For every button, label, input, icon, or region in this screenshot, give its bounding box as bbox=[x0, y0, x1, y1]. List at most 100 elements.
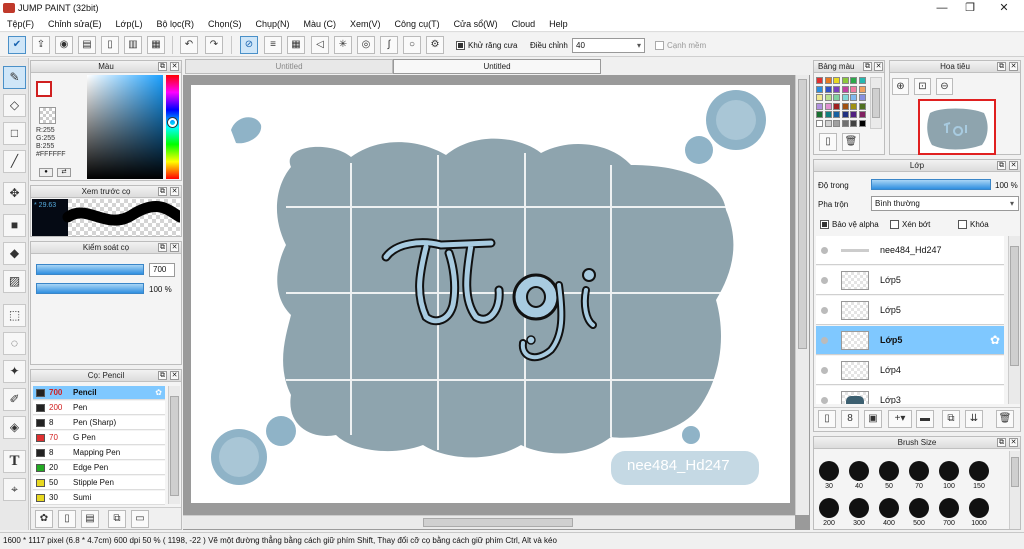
zoom-in-icon[interactable]: ⊕ bbox=[892, 78, 909, 95]
panel-float-icon[interactable]: ⧉ bbox=[158, 243, 167, 252]
brush-size-option[interactable] bbox=[969, 498, 989, 518]
menu-cloud[interactable]: Cloud bbox=[505, 19, 543, 29]
layer-row[interactable]: Lớp3 bbox=[816, 386, 1004, 404]
layer-row[interactable]: nee484_Hd247 bbox=[816, 236, 1004, 265]
palette-swatch[interactable] bbox=[816, 77, 823, 84]
brush-size-slider[interactable] bbox=[36, 264, 144, 275]
menu-color[interactable]: Màu (C) bbox=[297, 19, 344, 29]
layer-row[interactable]: Lớp5 bbox=[816, 266, 1004, 295]
palette-swatch[interactable] bbox=[816, 85, 823, 93]
duplicate-layer-icon[interactable]: ⧉ bbox=[942, 410, 960, 428]
foreground-color-swatch[interactable] bbox=[36, 81, 52, 97]
panel-float-icon[interactable]: ⧉ bbox=[158, 62, 167, 71]
settings-icon[interactable]: ⚙ bbox=[426, 36, 444, 54]
adjust-select[interactable]: 40 ▾ bbox=[572, 38, 645, 53]
palette-swatch[interactable] bbox=[841, 120, 849, 127]
grid-tool-icon[interactable]: ▦ bbox=[147, 36, 165, 54]
panel-close-icon[interactable]: ✕ bbox=[874, 62, 883, 71]
delete-palette-icon[interactable]: 🗑 bbox=[842, 133, 860, 151]
brush-settings-icon[interactable]: ✿ bbox=[35, 510, 53, 528]
brush-tool-icon[interactable]: ✎ bbox=[3, 66, 26, 89]
swap-colors-icon[interactable]: ⇄ bbox=[57, 168, 71, 177]
tab-untitled-2[interactable]: Untitled bbox=[393, 59, 601, 74]
palette-scrollbar[interactable] bbox=[870, 77, 882, 129]
palette-swatch[interactable] bbox=[859, 120, 866, 127]
maximize-button[interactable]: ❐ bbox=[954, 0, 986, 16]
new-brush-icon[interactable]: ▯ bbox=[58, 510, 76, 528]
visibility-icon[interactable] bbox=[821, 367, 828, 374]
undo-icon[interactable]: ↶ bbox=[180, 36, 198, 54]
panel-close-icon[interactable]: ✕ bbox=[1009, 438, 1018, 447]
visibility-icon[interactable] bbox=[821, 247, 828, 254]
radial-lines-icon[interactable]: ✳ bbox=[334, 36, 352, 54]
antialias-checkbox[interactable] bbox=[456, 41, 465, 51]
grid-snap-icon[interactable]: ▦ bbox=[287, 36, 305, 54]
brush-size-value[interactable]: 700 bbox=[149, 263, 175, 277]
brush-list-item[interactable]: 30 Sumi bbox=[33, 491, 165, 505]
brush-size-option[interactable] bbox=[819, 461, 839, 481]
panel-float-icon[interactable]: ⧉ bbox=[997, 161, 1006, 170]
menu-tools[interactable]: Công cụ(T) bbox=[388, 19, 447, 29]
line-tool-icon[interactable]: ╱ bbox=[3, 150, 26, 173]
gear-icon[interactable]: ✿ bbox=[155, 386, 162, 400]
palette-swatch[interactable] bbox=[833, 102, 841, 110]
saturation-value-picker[interactable] bbox=[87, 75, 163, 179]
page-icon[interactable]: ▯ bbox=[101, 36, 119, 54]
selection-pen-tool-icon[interactable]: ✐ bbox=[3, 388, 26, 411]
palette-swatch[interactable] bbox=[824, 111, 832, 119]
canvas-vertical-scrollbar[interactable] bbox=[795, 75, 809, 515]
brush-list-scrollbar[interactable] bbox=[168, 386, 180, 504]
menu-select[interactable]: Chọn(S) bbox=[201, 19, 249, 29]
blend-mode-select[interactable]: Bình thường ▾ bbox=[871, 196, 1019, 211]
palette-swatch[interactable] bbox=[859, 85, 866, 93]
palette-swatch[interactable] bbox=[859, 102, 866, 110]
visibility-icon[interactable] bbox=[821, 397, 828, 404]
brush-size-option[interactable] bbox=[909, 498, 929, 518]
palette-swatch[interactable] bbox=[824, 102, 832, 110]
palette-swatch[interactable] bbox=[850, 94, 858, 102]
text-tool-icon[interactable]: T bbox=[3, 450, 26, 473]
transparent-swatch[interactable] bbox=[39, 107, 56, 124]
circle-icon[interactable]: ○ bbox=[403, 36, 421, 54]
add-layer-menu-icon[interactable]: +▾ bbox=[888, 410, 912, 428]
palette-swatch[interactable] bbox=[841, 102, 849, 110]
palette-swatch[interactable] bbox=[833, 94, 841, 102]
marquee-tool-icon[interactable]: ⬚ bbox=[3, 304, 26, 327]
brush-list-item[interactable]: 200 Pen bbox=[33, 401, 165, 415]
panel-close-icon[interactable]: ✕ bbox=[170, 243, 179, 252]
palette-swatch[interactable] bbox=[833, 120, 841, 127]
menu-edit[interactable]: Chỉnh sửa(E) bbox=[41, 19, 109, 29]
brush-size-option[interactable] bbox=[939, 461, 959, 481]
menu-filter[interactable]: Bộ lọc(R) bbox=[149, 19, 201, 29]
palette-swatch[interactable] bbox=[824, 120, 832, 127]
gradient-tool-icon[interactable]: ▨ bbox=[3, 270, 26, 293]
menu-window[interactable]: Cửa sổ(W) bbox=[447, 19, 505, 29]
palette-swatch[interactable] bbox=[859, 77, 866, 84]
export-icon[interactable]: ⇪ bbox=[32, 36, 50, 54]
menu-view[interactable]: Xem(V) bbox=[343, 19, 388, 29]
speech-bubble-icon[interactable]: ◉ bbox=[55, 36, 73, 54]
curve-icon[interactable]: ∫ bbox=[380, 36, 398, 54]
move-tool-icon[interactable]: ✥ bbox=[3, 182, 26, 205]
clip-checkbox[interactable] bbox=[890, 220, 899, 230]
brush-list-item[interactable]: 70 G Pen bbox=[33, 431, 165, 445]
zoom-out-icon[interactable]: ⊖ bbox=[936, 78, 953, 95]
brush-menu-icon[interactable]: ▤ bbox=[81, 510, 99, 528]
magic-wand-tool-icon[interactable]: ✦ bbox=[3, 360, 26, 383]
canvas-horizontal-scrollbar[interactable] bbox=[183, 515, 795, 529]
check-icon[interactable]: ✔ bbox=[8, 36, 26, 54]
merge-layer-icon[interactable]: ⇊ bbox=[965, 410, 983, 428]
palette-swatch[interactable] bbox=[850, 77, 858, 84]
palette-swatch[interactable] bbox=[833, 85, 841, 93]
redo-icon[interactable]: ↷ bbox=[205, 36, 223, 54]
layer-row[interactable]: Lớp4 bbox=[816, 356, 1004, 385]
brush-opacity-slider[interactable] bbox=[36, 283, 144, 294]
panel-close-icon[interactable]: ✕ bbox=[170, 187, 179, 196]
palette-swatch[interactable] bbox=[841, 85, 849, 93]
lasso-tool-icon[interactable]: ◌ bbox=[3, 332, 26, 355]
visibility-icon[interactable] bbox=[821, 277, 828, 284]
palette-swatch[interactable] bbox=[833, 77, 841, 84]
visibility-icon[interactable] bbox=[821, 337, 828, 344]
layer-list-scrollbar[interactable] bbox=[1008, 236, 1020, 404]
canvas[interactable]: nee484_Hd247 bbox=[191, 85, 790, 503]
